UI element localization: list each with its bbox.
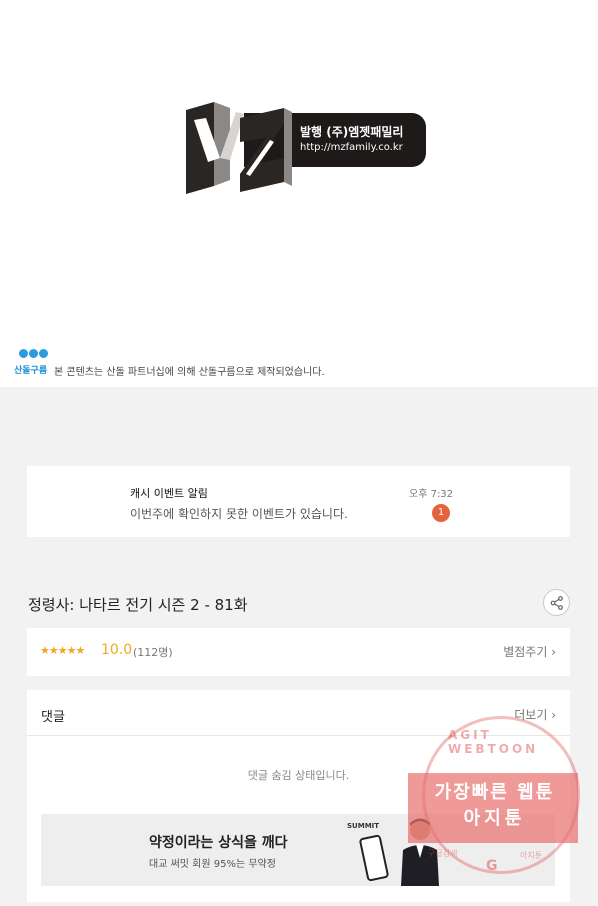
ad-brand: SUMMIT <box>347 822 380 830</box>
ad-headline: 약정이라는 상식을 깨다 <box>149 835 288 851</box>
notification-time: 오후 7:32 <box>409 489 454 500</box>
publisher-logo: 발행 (주)엠젯패밀리 http://mzfamily.co.kr <box>184 100 426 196</box>
publisher-url: http://mzfamily.co.kr <box>300 142 403 153</box>
notification-title: 캐시 이벤트 알림 <box>130 487 208 500</box>
watermark-arc-text: AGIT WEBTOON <box>448 728 539 756</box>
ad-subline: 대교 써밋 회원 95%는 무약정 <box>149 859 276 870</box>
notification-badge: 1 <box>432 504 450 522</box>
rating-count: (112명) <box>133 646 173 659</box>
watermark-bottom-left: 구글검색 <box>428 849 458 858</box>
watermark-line1: 가장빠른 웹툰 <box>434 782 555 803</box>
share-button[interactable] <box>543 589 570 616</box>
share-icon <box>550 596 563 610</box>
ad-phone-image <box>358 834 390 882</box>
cash-event-notification[interactable]: 캐시 이벤트 알림 이번주에 확인하지 못한 이벤트가 있습니다. 오후 7:3… <box>27 466 570 537</box>
publisher-name: 발행 (주)엠젯패밀리 <box>300 125 404 139</box>
rate-button[interactable]: 별점주기 › <box>503 643 556 660</box>
sandol-brand: 산돌구름 <box>14 366 48 376</box>
production-notice: 본 콘텐츠는 산돌 파트너십에 의해 산돌구름으로 제작되었습니다. <box>54 367 325 378</box>
agit-watermark: AGIT WEBTOON 가장빠른 웹툰 아지툰 구글검색 G 아지툰 <box>408 716 580 886</box>
content-top-area: 발행 (주)엠젯패밀리 http://mzfamily.co.kr 산돌구름 본… <box>0 0 598 387</box>
episode-title: 정령사: 나타르 전기 시즌 2 - 81화 <box>28 596 248 614</box>
google-icon: G <box>486 858 498 874</box>
notification-message: 이번주에 확인하지 못한 이벤트가 있습니다. <box>130 507 348 521</box>
sandol-dots-icon <box>19 349 48 358</box>
rating-bar: ★★★★★ 10.0 (112명) 별점주기 › <box>27 628 570 676</box>
comments-label: 댓글 <box>41 710 65 725</box>
mz-logo-mark <box>186 102 292 194</box>
watermark-bottom-right: 아지툰 <box>520 851 543 860</box>
rating-stars: ★★★★★ <box>40 644 85 657</box>
rating-score: 10.0 <box>101 642 133 658</box>
sandol-logo: 산돌구름 <box>14 349 48 376</box>
watermark-line2: 아지툰 <box>463 808 526 829</box>
